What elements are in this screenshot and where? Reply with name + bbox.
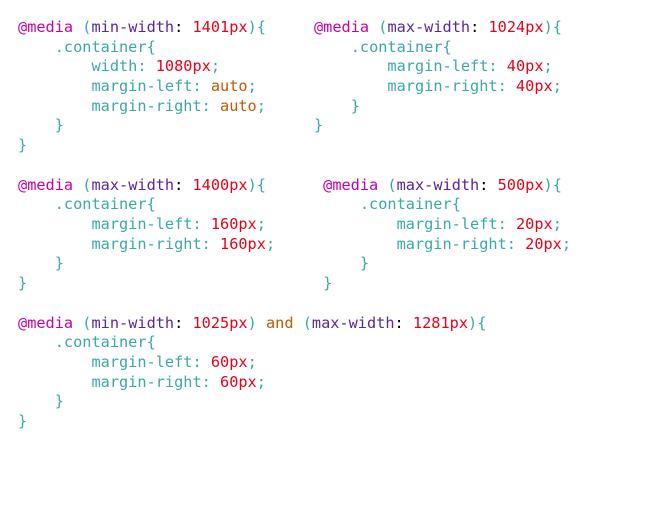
media-block-4: @media (min-width: 1025px) and (max-widt… xyxy=(18,314,486,432)
code-grid: @media (min-width: 1401px){ .container{ … xyxy=(18,18,632,432)
media-block-3: @media (max-width: 500px){ .container{ m… xyxy=(323,176,571,294)
media-block-2: @media (max-width: 1400px){ .container{ … xyxy=(18,176,275,294)
media-block-1: @media (max-width: 1024px){ .container{ … xyxy=(314,18,562,136)
code-row: @media (max-width: 1400px){ .container{ … xyxy=(18,176,632,294)
code-row: @media (min-width: 1401px){ .container{ … xyxy=(18,18,632,156)
code-row: @media (min-width: 1025px) and (max-widt… xyxy=(18,314,632,432)
media-block-0: @media (min-width: 1401px){ .container{ … xyxy=(18,18,266,156)
